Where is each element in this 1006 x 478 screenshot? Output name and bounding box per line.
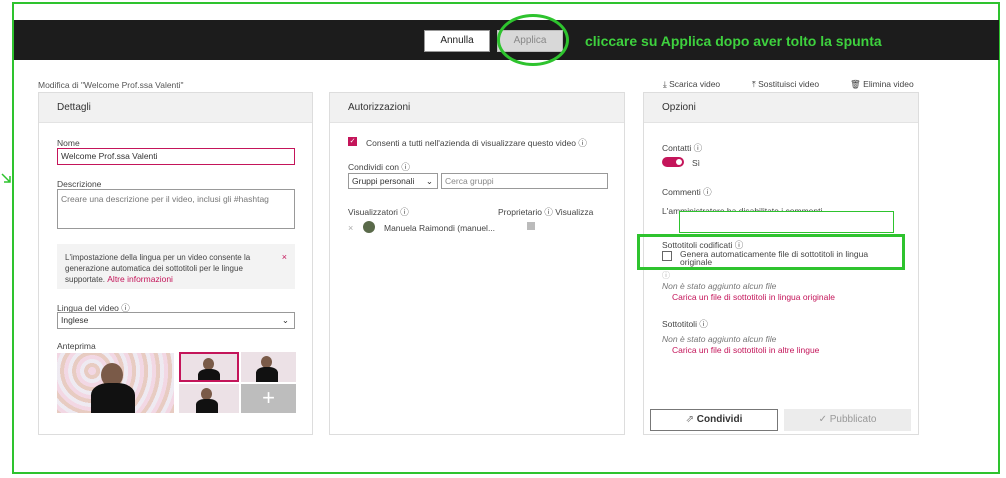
published-button[interactable]: ✓ Pubblicato	[784, 409, 911, 431]
info-icon: ⓘ	[662, 271, 670, 280]
permissions-header: Autorizzazioni	[330, 93, 624, 123]
remove-icon[interactable]: ×	[348, 223, 353, 233]
annotation-circle	[497, 14, 569, 66]
language-select[interactable]: Inglese ⌄	[57, 312, 295, 329]
preview-image	[57, 353, 174, 413]
delete-video-button[interactable]: 🗑 Elimina video	[850, 79, 914, 90]
share-group-select[interactable]: Gruppi personali ⌄	[348, 173, 438, 189]
info-icon: ⓘ	[401, 162, 410, 172]
permissions-panel: Autorizzazioni ✓ Consenti a tutti nell'a…	[329, 92, 625, 435]
language-info-box: L'impostazione della lingua per un video…	[57, 244, 295, 289]
annotation-box	[679, 211, 894, 233]
share-with-label: Condividi con ⓘ	[348, 162, 410, 172]
options-header: Opzioni	[644, 93, 918, 123]
viewer-name: Manuela Raimondi (manuel...	[384, 223, 496, 233]
contacts-label: Contatti ⓘ	[662, 143, 703, 153]
info-icon: ⓘ	[699, 319, 708, 329]
download-video-button[interactable]: ⤓ Scarica video	[663, 79, 720, 90]
plus-icon: +	[262, 385, 275, 410]
annotation-text: cliccare su Applica dopo aver tolto la s…	[585, 33, 882, 49]
close-icon[interactable]: ×	[282, 252, 287, 262]
cancel-button[interactable]: Annulla	[424, 30, 490, 52]
allow-all-label: Consenti a tutti nell'azienda di visuali…	[366, 138, 587, 148]
details-panel: Dettagli Nome Welcome Prof.ssa Valenti D…	[38, 92, 313, 435]
owner-label: Proprietario ⓘ Visualizza	[498, 207, 594, 217]
info-icon: ⓘ	[693, 143, 703, 153]
name-label: Nome	[57, 138, 80, 148]
info-icon: ⓘ	[544, 207, 553, 217]
check-icon: ✓	[818, 414, 830, 425]
chevron-down-icon: ⌄	[425, 176, 433, 186]
info-icon: ⓘ	[400, 207, 409, 217]
share-button[interactable]: ⇗ Condividi	[650, 409, 778, 431]
more-info-link[interactable]: Altre informazioni	[107, 274, 173, 284]
view-checkbox[interactable]	[527, 222, 535, 230]
viewers-label: Visualizzatori ⓘ	[348, 207, 409, 217]
annotation-highlight	[637, 234, 905, 270]
contacts-value: Sì	[692, 158, 701, 168]
arrow-icon	[1, 173, 11, 183]
options-panel: Opzioni Contatti ⓘ Sì Commenti ⓘ L'ammin…	[637, 92, 919, 435]
info-icon: ⓘ	[703, 187, 712, 197]
thumbnail-2[interactable]	[241, 352, 296, 382]
page-title: Modifica di "Welcome Prof.ssa Valenti"	[38, 80, 184, 90]
add-thumbnail-button[interactable]: +	[241, 384, 296, 413]
trash-icon: 🗑	[850, 79, 864, 89]
upload-original-link[interactable]: Carica un file di sottotitoli in lingua …	[672, 292, 835, 302]
name-field[interactable]: Welcome Prof.ssa Valenti	[57, 148, 295, 165]
chevron-down-icon: ⌄	[281, 315, 289, 325]
contacts-toggle[interactable]	[662, 157, 684, 167]
no-file-text-2: Non è stato aggiunto alcun file	[662, 334, 777, 344]
avatar	[363, 221, 375, 233]
thumbnail-selected[interactable]	[179, 352, 239, 382]
replace-video-button[interactable]: ⤒ Sostituisci video	[752, 79, 819, 90]
no-file-text: Non è stato aggiunto alcun file	[662, 281, 777, 291]
search-groups-input[interactable]: Cerca gruppi	[441, 173, 608, 189]
upload-other-link[interactable]: Carica un file di sottotitoli in altre l…	[672, 345, 819, 355]
comments-label: Commenti ⓘ	[662, 187, 712, 197]
info-icon: ⓘ	[578, 138, 587, 148]
allow-all-checkbox[interactable]: ✓	[348, 137, 357, 146]
thumbnail-3[interactable]	[179, 384, 239, 413]
description-label: Descrizione	[57, 179, 102, 189]
preview-label: Anteprima	[57, 341, 96, 351]
share-icon: ⇗	[685, 414, 697, 425]
details-header: Dettagli	[39, 93, 312, 123]
subtitles-label: Sottotitoli ⓘ	[662, 319, 708, 329]
description-field[interactable]: Creare una descrizione per il video, inc…	[57, 189, 295, 229]
